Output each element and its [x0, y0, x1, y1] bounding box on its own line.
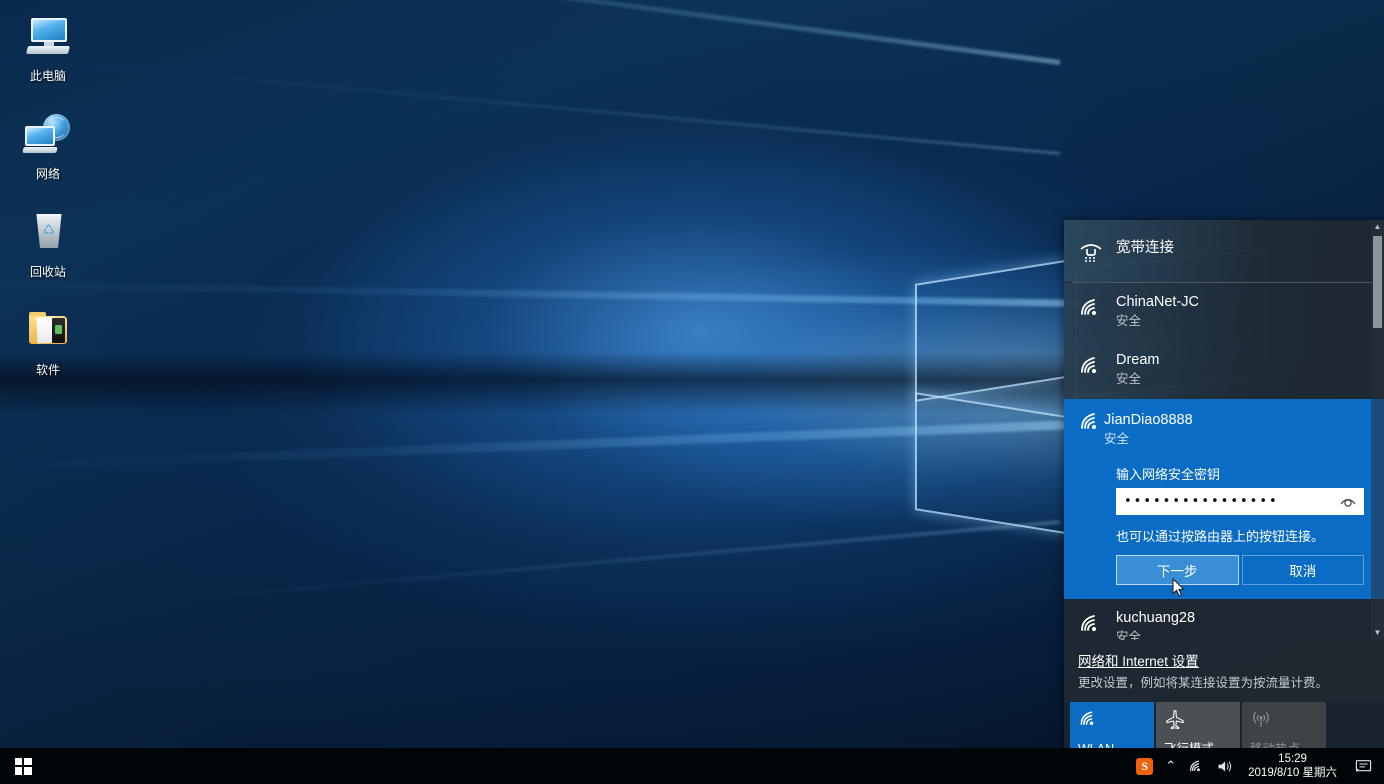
network-name: kuchuang28: [1116, 610, 1196, 626]
network-name: Dream: [1116, 352, 1160, 368]
desktop-icon-label: 软件: [35, 363, 60, 377]
light-beam: [0, 50, 1061, 155]
desktop-icon-recycle-bin[interactable]: ♺ 回收站: [0, 204, 96, 290]
network-security-label: 安全: [1104, 432, 1130, 446]
taskbar: S ⌃ 15:29 2019/8/10 星期六: [0, 748, 1384, 784]
desktop-icon-label: 此电脑: [29, 69, 66, 83]
desktop-icon-network[interactable]: 网络: [0, 106, 96, 192]
system-tray: S ⌃ 15:29 2019/8/10 星期六: [1130, 748, 1384, 784]
hotspot-icon: [1250, 709, 1318, 731]
quick-tile-airplane-mode[interactable]: 飞行模式: [1156, 702, 1240, 748]
password-field-wrapper: [1116, 488, 1364, 515]
network-list: 宽带连接 ChinaNet-JC 安全 Dream 安全 JianDiao888…: [1064, 220, 1384, 640]
network-item-dream[interactable]: Dream 安全: [1064, 341, 1384, 399]
network-security-label: 安全: [1116, 314, 1142, 328]
next-button[interactable]: 下一步: [1116, 555, 1239, 585]
network-name: 宽带连接: [1116, 239, 1174, 256]
start-button[interactable]: [0, 748, 46, 784]
network-security-label: 安全: [1116, 372, 1142, 386]
network-flyout-panel: 宽带连接 ChinaNet-JC 安全 Dream 安全 JianDiao888…: [1064, 220, 1384, 748]
desktop-icon-label: 网络: [35, 167, 60, 181]
broadband-dialup-icon: [1078, 236, 1110, 267]
tray-overflow-chevron-icon[interactable]: ⌃: [1159, 748, 1182, 784]
light-beam: [0, 520, 1061, 622]
clock-time: 15:29: [1278, 753, 1307, 765]
wifi-icon: [1078, 709, 1146, 731]
network-name: JianDiao8888: [1104, 412, 1193, 428]
windows-logo-pane: [915, 260, 1065, 402]
wifi-icon: [1078, 351, 1110, 382]
network-globe-icon: [22, 112, 73, 160]
desktop-icon-label: 回收站: [29, 265, 66, 279]
scroll-up-arrow-icon[interactable]: ▲: [1371, 220, 1384, 234]
wifi-icon: [1078, 609, 1110, 640]
network-settings-section: 网络和 Internet 设置 更改设置，例如将某连接设置为按流量计费。: [1064, 640, 1384, 702]
wps-hint-text: 也可以通过按路由器上的按钮连接。: [1116, 529, 1325, 544]
taskbar-clock[interactable]: 15:29 2019/8/10 星期六: [1240, 748, 1347, 784]
cancel-button[interactable]: 取消: [1241, 555, 1364, 585]
folder-icon: [23, 308, 73, 356]
scroll-down-arrow-icon[interactable]: ▼: [1371, 626, 1384, 640]
windows-logo-icon: [14, 757, 32, 775]
scrollbar-thumb[interactable]: [1373, 236, 1382, 328]
network-internet-settings-link[interactable]: 网络和 Internet 设置: [1078, 650, 1199, 670]
wifi-icon: [1078, 293, 1110, 324]
quick-tile-wlan[interactable]: WLAN: [1070, 702, 1154, 748]
password-button-row: 下一步 取消: [1116, 555, 1364, 585]
wifi-icon: [1078, 411, 1104, 438]
password-prompt-label: 输入网络安全密钥: [1116, 467, 1221, 482]
tray-ime-button[interactable]: S: [1130, 748, 1159, 784]
quick-tile-mobile-hotspot[interactable]: 移动热点: [1242, 702, 1326, 748]
network-item-chinanet-jc[interactable]: ChinaNet-JC 安全: [1064, 283, 1384, 341]
desktop-icon-software-folder[interactable]: 软件: [0, 302, 96, 388]
network-item-kuchuang28[interactable]: kuchuang28 安全: [1064, 599, 1384, 640]
network-name: ChinaNet-JC: [1116, 294, 1199, 310]
network-item-jiandiao8888-expanded[interactable]: JianDiao8888 安全 输入网络安全密钥 也可以通过按路由器上的按钮连接…: [1064, 399, 1384, 599]
clock-date: 2019/8/10 星期六: [1248, 767, 1337, 779]
computer-icon: [23, 14, 73, 62]
tray-wifi-icon[interactable]: [1182, 748, 1211, 784]
network-password-input[interactable]: [1116, 488, 1364, 515]
light-beam: [0, 0, 1061, 65]
network-item-broadband[interactable]: 宽带连接: [1064, 220, 1384, 282]
flyout-scrollbar[interactable]: ▲ ▼: [1371, 220, 1384, 640]
desktop-icon-this-pc[interactable]: 此电脑: [0, 8, 96, 94]
network-settings-description: 更改设置，例如将某连接设置为按流量计费。: [1078, 676, 1329, 690]
network-security-label: 安全: [1116, 630, 1142, 640]
windows-logo-pane: [915, 392, 1065, 534]
airplane-icon: [1164, 709, 1232, 731]
action-center-icon[interactable]: [1347, 748, 1384, 784]
sogou-ime-icon: S: [1136, 757, 1154, 775]
quick-action-tiles: WLAN 飞行模式 移动热点: [1064, 702, 1384, 748]
recycle-bin-icon: ♺: [23, 210, 73, 258]
eye-reveal-icon[interactable]: [1338, 492, 1358, 512]
tray-volume-icon[interactable]: [1211, 748, 1240, 784]
desktop-icon-grid: 此电脑 网络 ♺ 回收站 软件: [0, 8, 96, 400]
